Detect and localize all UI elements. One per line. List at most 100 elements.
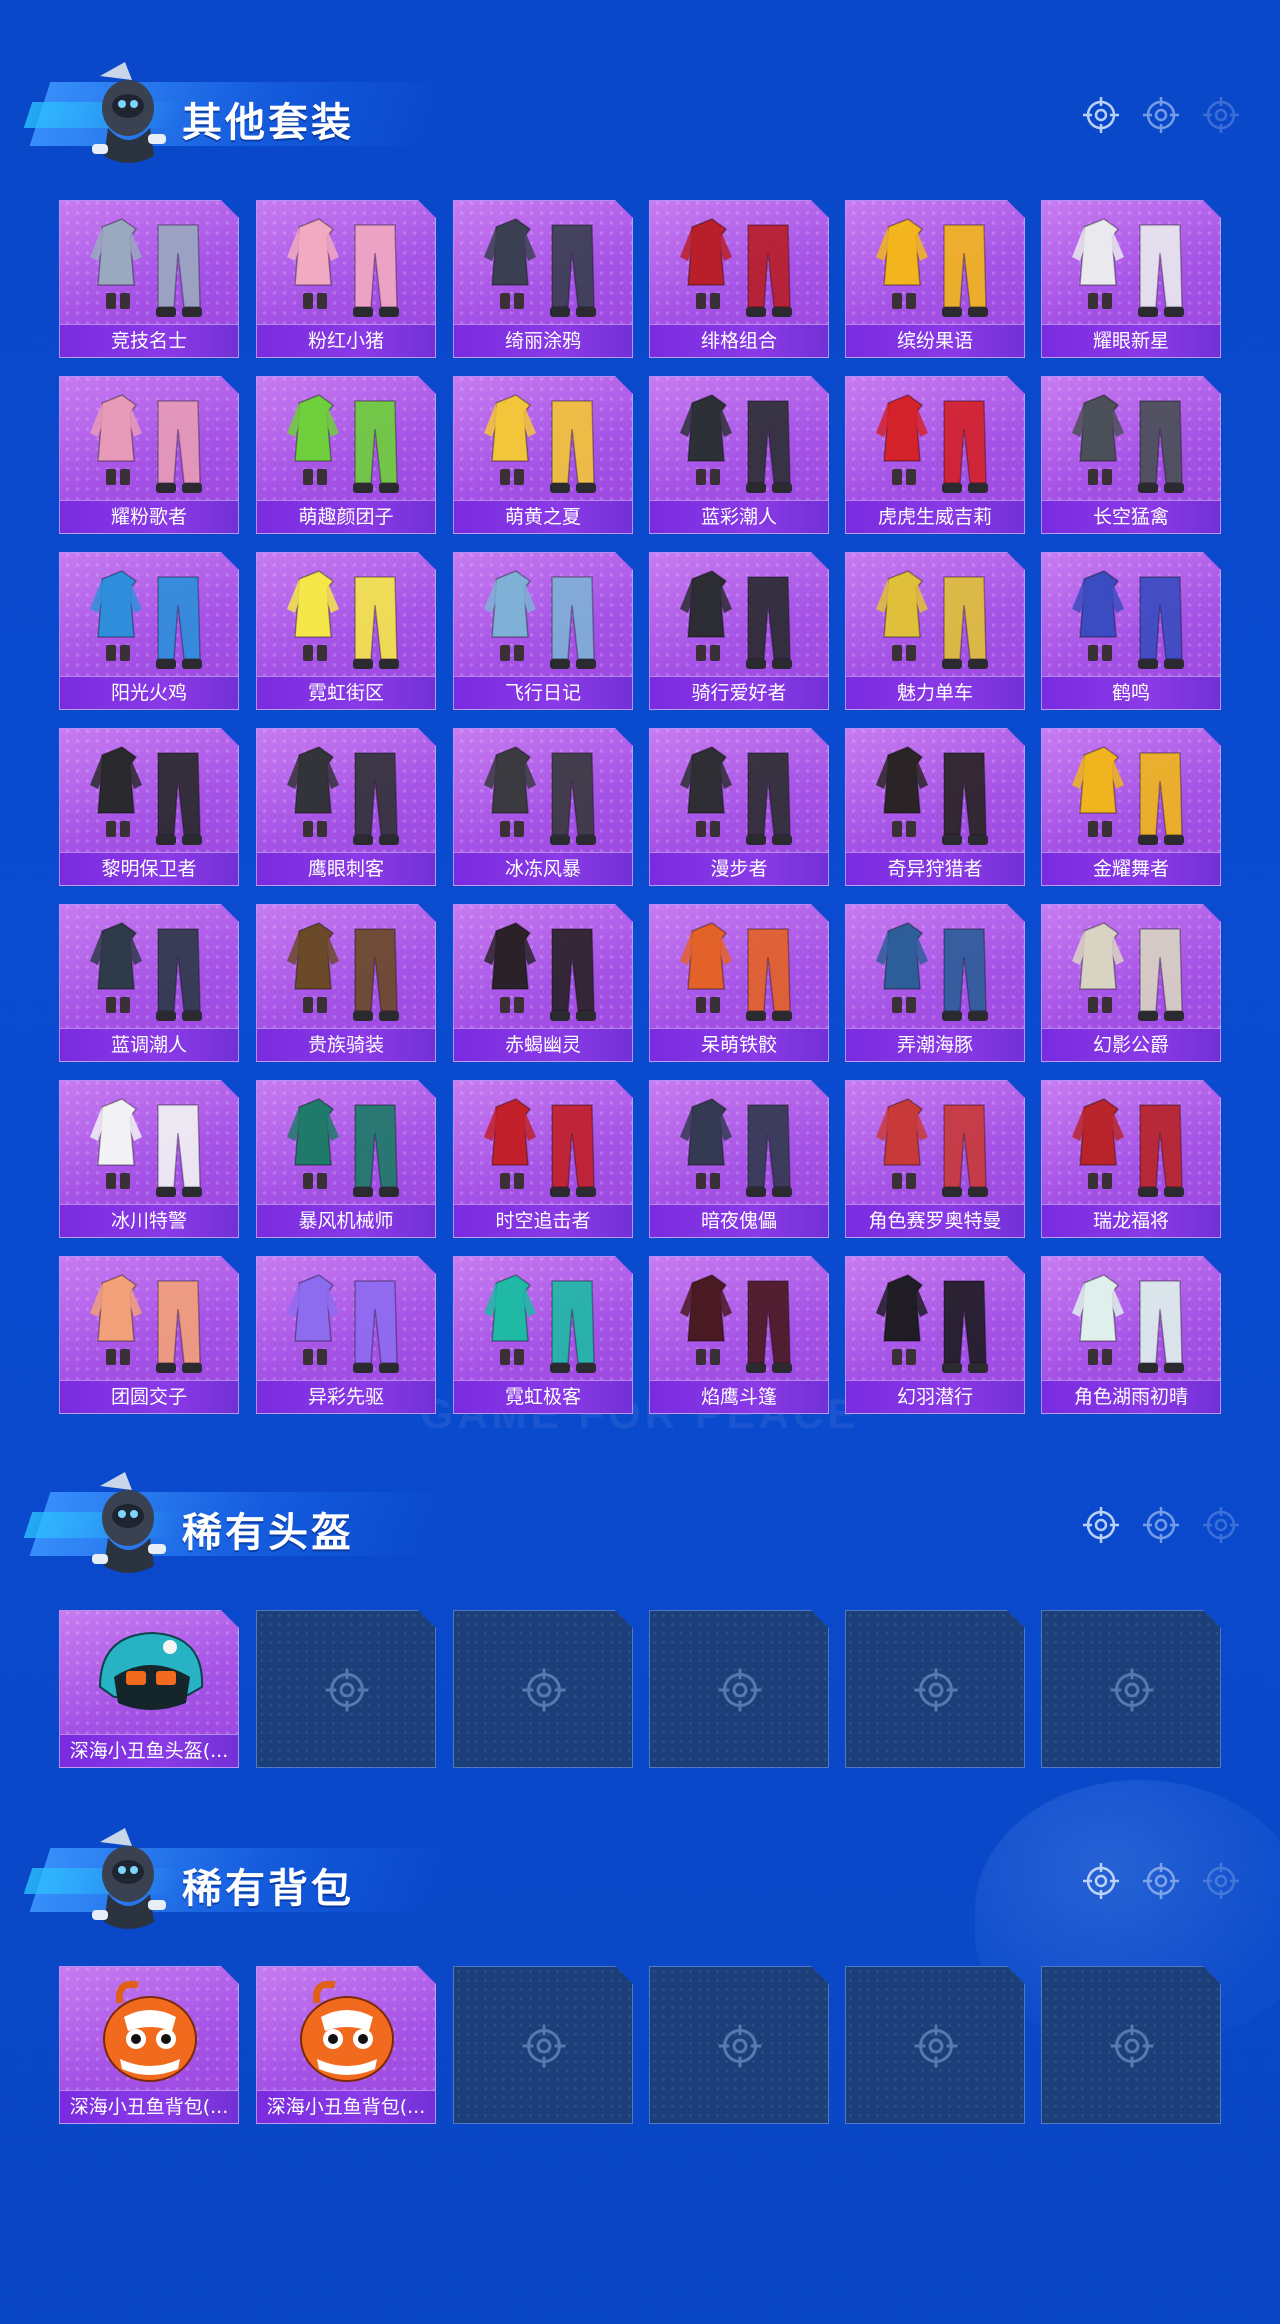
item-card[interactable]: 角色湖雨初晴 (1041, 1256, 1221, 1414)
item-card[interactable]: 耀粉歌者 (59, 376, 239, 534)
item-card[interactable]: 缤纷果语 (845, 200, 1025, 358)
item-label: 团圆交子 (60, 1380, 238, 1413)
item-label: 金耀舞者 (1042, 852, 1220, 885)
suit-icon (474, 1263, 614, 1381)
item-label: 粉红小猪 (257, 324, 435, 357)
crosshair-icon (1140, 1860, 1182, 1906)
item-card[interactable]: 冰川特警 (59, 1080, 239, 1238)
item-label: 蓝调潮人 (60, 1028, 238, 1061)
suit-icon (277, 911, 417, 1029)
section-header: 其他套装 (0, 52, 1280, 172)
item-card[interactable]: 焰鹰斗篷 (649, 1256, 829, 1414)
crosshair-icon (1200, 1860, 1242, 1906)
item-card[interactable]: 贵族骑装 (256, 904, 436, 1062)
item-label: 呆萌铁骹 (650, 1028, 828, 1061)
item-card[interactable]: 暗夜傀儡 (649, 1080, 829, 1238)
suit-icon (277, 383, 417, 501)
item-card[interactable]: 鹤鸣 (1041, 552, 1221, 710)
item-label: 魅力单车 (846, 676, 1024, 709)
item-label: 幻羽潜行 (846, 1380, 1024, 1413)
item-card[interactable]: 团圆交子 (59, 1256, 239, 1414)
crosshair-icon (1200, 1504, 1242, 1550)
suit-icon (474, 735, 614, 853)
section-title: 稀有背包 (182, 1866, 354, 1912)
item-label: 焰鹰斗篷 (650, 1380, 828, 1413)
item-card[interactable]: 瑞龙福将 (1041, 1080, 1221, 1238)
item-card[interactable]: 阳光火鸡 (59, 552, 239, 710)
item-card[interactable]: 深海小丑鱼背包(... (59, 1966, 239, 2124)
item-card[interactable]: 赤蝎幽灵 (453, 904, 633, 1062)
item-card[interactable]: 长空猛禽 (1041, 376, 1221, 534)
suit-icon (670, 383, 810, 501)
item-card[interactable]: 萌趣颜团子 (256, 376, 436, 534)
item-label: 角色湖雨初晴 (1042, 1380, 1220, 1413)
item-card[interactable]: 蓝彩潮人 (649, 376, 829, 534)
suit-icon (1062, 735, 1202, 853)
suit-icon (80, 1263, 220, 1381)
item-card[interactable]: 幻羽潜行 (845, 1256, 1025, 1414)
item-label: 漫步者 (650, 852, 828, 885)
item-card[interactable]: 深海小丑鱼头盔(... (59, 1610, 239, 1768)
item-label: 阳光火鸡 (60, 676, 238, 709)
item-label: 瑞龙福将 (1042, 1204, 1220, 1237)
empty-slot (1041, 1966, 1221, 2124)
item-card[interactable]: 黎明保卫者 (59, 728, 239, 886)
item-label: 贵族骑装 (257, 1028, 435, 1061)
item-label: 萌黄之夏 (454, 500, 632, 533)
item-label: 飞行日记 (454, 676, 632, 709)
item-card[interactable]: 弄潮海豚 (845, 904, 1025, 1062)
item-card[interactable]: 绯格组合 (649, 200, 829, 358)
suit-icon (866, 1087, 1006, 1205)
item-card[interactable]: 鹰眼刺客 (256, 728, 436, 886)
item-card[interactable]: 飞行日记 (453, 552, 633, 710)
crosshair-icon (1200, 94, 1242, 140)
item-card[interactable]: 蓝调潮人 (59, 904, 239, 1062)
item-card[interactable]: 时空追击者 (453, 1080, 633, 1238)
item-card[interactable]: 角色赛罗奥特曼 (845, 1080, 1025, 1238)
item-card[interactable]: 虎虎生威吉莉 (845, 376, 1025, 534)
empty-slot (453, 1966, 633, 2124)
item-card[interactable]: 粉红小猪 (256, 200, 436, 358)
item-card[interactable]: 异彩先驱 (256, 1256, 436, 1414)
decor-targets (1080, 1860, 1260, 1906)
empty-slot (453, 1610, 633, 1768)
empty-slot (1041, 1610, 1221, 1768)
suit-icon (474, 207, 614, 325)
suit-icon (866, 735, 1006, 853)
item-label: 霓虹街区 (257, 676, 435, 709)
item-card[interactable]: 奇异狩猎者 (845, 728, 1025, 886)
suit-icon (277, 1263, 417, 1381)
item-label: 绮丽涂鸦 (454, 324, 632, 357)
item-label: 耀眼新星 (1042, 324, 1220, 357)
item-card[interactable]: 霓虹街区 (256, 552, 436, 710)
item-label: 霓虹极客 (454, 1380, 632, 1413)
item-label: 暴风机械师 (257, 1204, 435, 1237)
crosshair-icon (1080, 1504, 1122, 1550)
item-card[interactable]: 竞技名士 (59, 200, 239, 358)
item-label: 黎明保卫者 (60, 852, 238, 885)
item-label: 蓝彩潮人 (650, 500, 828, 533)
item-card[interactable]: 绮丽涂鸦 (453, 200, 633, 358)
item-card[interactable]: 萌黄之夏 (453, 376, 633, 534)
item-label: 骑行爱好者 (650, 676, 828, 709)
suit-icon (670, 735, 810, 853)
item-card[interactable]: 冰冻风暴 (453, 728, 633, 886)
item-card[interactable]: 耀眼新星 (1041, 200, 1221, 358)
suit-icon (80, 559, 220, 677)
item-label: 奇异狩猎者 (846, 852, 1024, 885)
item-card[interactable]: 金耀舞者 (1041, 728, 1221, 886)
suit-icon (1062, 1087, 1202, 1205)
item-card[interactable]: 漫步者 (649, 728, 829, 886)
item-card[interactable]: 呆萌铁骹 (649, 904, 829, 1062)
item-card[interactable]: 骑行爱好者 (649, 552, 829, 710)
suit-icon (1062, 207, 1202, 325)
item-card[interactable]: 暴风机械师 (256, 1080, 436, 1238)
item-card[interactable]: 霓虹极客 (453, 1256, 633, 1414)
item-card[interactable]: 深海小丑鱼背包(... (256, 1966, 436, 2124)
item-card[interactable]: 魅力单车 (845, 552, 1025, 710)
suit-icon (866, 207, 1006, 325)
suit-icon (80, 735, 220, 853)
helmet-icon (80, 1617, 220, 1735)
item-card[interactable]: 幻影公爵 (1041, 904, 1221, 1062)
item-label: 缤纷果语 (846, 324, 1024, 357)
